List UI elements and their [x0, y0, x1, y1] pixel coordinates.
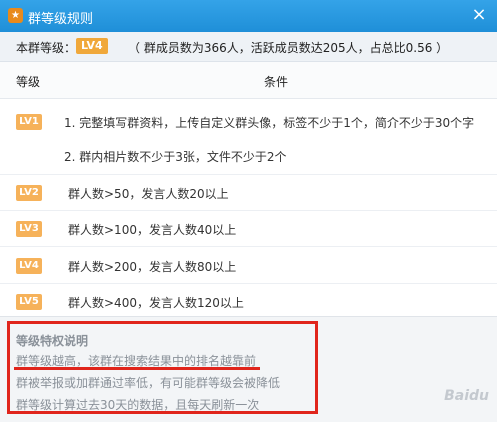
- group-level-summary: 本群等级： LV4 （ 群成员数为366人，活跃成员数达205人，占总比0.56…: [0, 32, 497, 62]
- summary-label: 本群等级：: [16, 41, 77, 55]
- level-badge-lv2: LV2: [16, 185, 42, 201]
- summary-stats: （ 群成员数为366人，活跃成员数达205人，占总比0.56 ）: [128, 41, 449, 55]
- lv3-condition: 群人数>100，发言人数40以上: [68, 223, 237, 237]
- level-badge-lv5: LV5: [16, 294, 42, 310]
- baidu-watermark: Baidu: [444, 388, 489, 404]
- lv1-condition-2: 2. 群内相片数不少于3张，文件不少于2个: [64, 150, 287, 164]
- row-divider: [0, 174, 497, 175]
- row-divider: [0, 246, 497, 247]
- group-level-icon: ★: [8, 8, 23, 23]
- lv2-condition: 群人数>50，发言人数20以上: [68, 187, 229, 201]
- row-divider: [0, 283, 497, 284]
- level-badge-lv3: LV3: [16, 221, 42, 237]
- table-header: 等级 条件: [0, 62, 497, 99]
- header-level: 等级: [16, 75, 41, 89]
- highlight-box: [7, 321, 318, 414]
- lv4-condition: 群人数>200，发言人数80以上: [68, 260, 237, 274]
- header-conditions: 条件: [264, 75, 289, 89]
- lv5-condition: 群人数>400，发言人数120以上: [68, 296, 244, 310]
- lv1-condition-1: 1. 完整填写群资料，上传自定义群头像，标签不少于1个，简介不少于30个字: [64, 116, 475, 130]
- level-badge-lv4: LV4: [16, 258, 42, 274]
- current-level-badge: LV4: [76, 38, 108, 54]
- row-divider: [0, 210, 497, 211]
- window-title: 群等级规则: [28, 12, 94, 27]
- level-badge-lv1: LV1: [16, 114, 42, 130]
- title-bar: ★ 群等级规则 ×: [0, 0, 497, 32]
- close-button[interactable]: ×: [467, 4, 491, 28]
